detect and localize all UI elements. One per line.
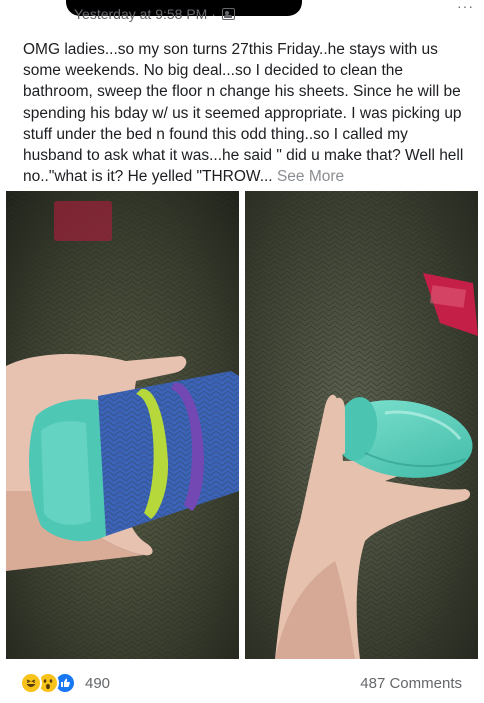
post-text: OMG ladies...so my son turns 27this Frid… <box>23 39 469 187</box>
post-timestamp[interactable]: Yesterday at 9:58 PM · <box>74 6 216 22</box>
post-footer: 490 487 Comments <box>0 667 484 699</box>
photo-left[interactable] <box>6 191 239 659</box>
see-more-link[interactable]: See More <box>277 168 344 185</box>
photo-grid <box>6 191 478 659</box>
post-body: OMG ladies...so my son turns 27this Frid… <box>23 41 464 186</box>
reaction-summary[interactable]: 490 <box>20 672 110 694</box>
post-meta: Yesterday at 9:58 PM · <box>74 4 235 24</box>
comments-link[interactable]: 487 Comments <box>360 675 462 692</box>
reaction-count: 490 <box>85 674 111 692</box>
photo-right[interactable] <box>245 191 478 659</box>
photo-left-image <box>6 191 239 659</box>
photo-right-image <box>245 191 478 659</box>
more-options-icon[interactable]: ··· <box>457 0 474 14</box>
haha-reaction-icon <box>20 672 42 694</box>
friends-icon[interactable] <box>221 8 235 20</box>
